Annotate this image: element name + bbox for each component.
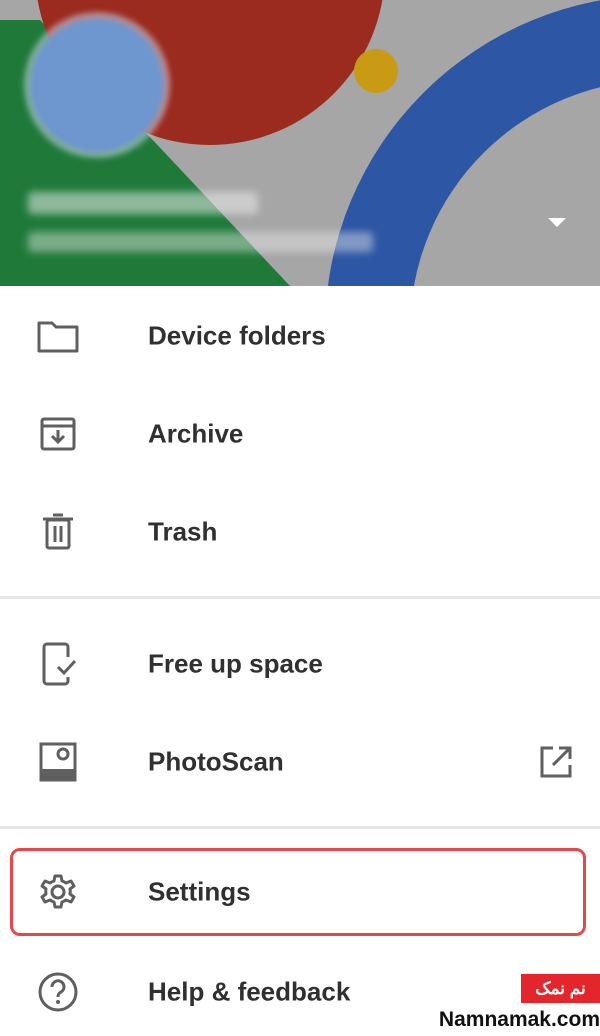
open-external-icon[interactable]: [532, 738, 580, 786]
phone-check-icon: [34, 640, 82, 688]
menu-item-archive[interactable]: Archive: [0, 399, 600, 469]
menu-item-label: Free up space: [148, 648, 323, 679]
trash-icon: [34, 508, 82, 556]
settings-highlight-box: [10, 848, 586, 936]
account-name-blurred: [28, 192, 258, 214]
watermark-badge: نم نمک: [521, 974, 600, 1003]
account-email-blurred: [28, 232, 373, 252]
menu-item-label: PhotoScan: [148, 746, 284, 777]
menu-item-photoscan[interactable]: PhotoScan: [0, 727, 600, 797]
menu-item-trash[interactable]: Trash: [0, 497, 600, 567]
menu-item-label: Archive: [148, 418, 244, 449]
account-header: [0, 0, 600, 286]
menu-item-label: Help & feedback: [148, 976, 351, 1007]
caret-down-icon: [548, 217, 566, 227]
account-switcher-dropdown[interactable]: [540, 210, 574, 234]
menu-divider: [0, 596, 600, 599]
menu-item-label: Trash: [148, 516, 218, 547]
photoscan-icon: [34, 738, 82, 786]
help-icon: [34, 968, 82, 1016]
watermark-site: Namnamak.com: [438, 1008, 600, 1031]
menu-divider: [0, 826, 600, 829]
account-avatar[interactable]: [30, 18, 164, 152]
menu-item-free-up-space[interactable]: Free up space: [0, 629, 600, 699]
archive-icon: [34, 410, 82, 458]
menu-item-label: Device folders: [148, 320, 326, 351]
folder-icon: [34, 312, 82, 360]
menu-item-device-folders[interactable]: Device folders: [0, 301, 600, 371]
